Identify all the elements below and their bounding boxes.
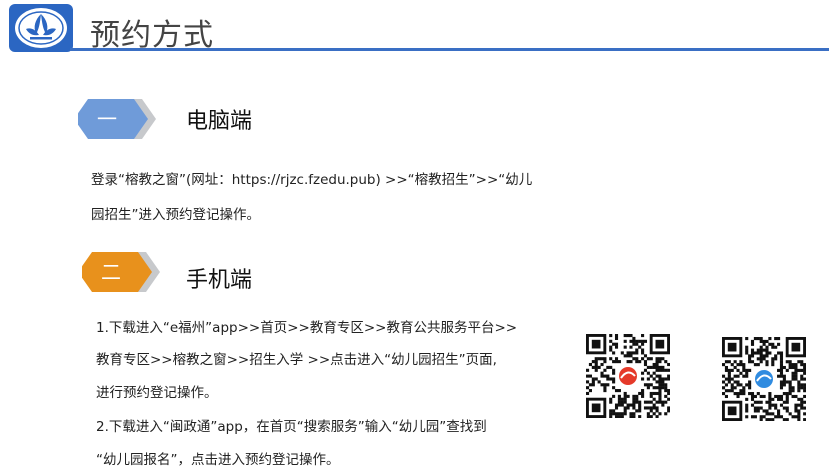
section-number-badge-1: 一 [78, 99, 160, 139]
section-heading-mobile: 手机端 [186, 268, 253, 293]
qr-code-minzhengtong-icon [722, 337, 807, 422]
title-divider [70, 48, 829, 51]
mobile-instruction-line-5: “幼儿园报名”，点击进入预约登记操作。 [96, 452, 340, 468]
section-number-1: 一 [97, 107, 117, 131]
section-heading-pc: 电脑端 [186, 109, 253, 134]
mobile-instruction-line-3: 进行预约登记操作。 [96, 385, 218, 401]
section-number-2: 二 [101, 260, 121, 284]
kindergarten-logo-icon [8, 3, 74, 53]
mobile-instruction-line-2: 教育专区>>榕教之窗>>招生入学 >>点击进入“幼儿园招生”页面, [96, 352, 497, 368]
qr-code-e-fuzhou-icon [586, 334, 671, 419]
pc-instruction-line-2: 园招生”进入预约登记操作。 [91, 207, 260, 223]
mobile-instruction-line-4: 2.下载进入“闽政通”app，在首页“搜索服务”输入“幼儿园”查找到 [96, 419, 487, 435]
mobile-instruction-line-1: 1.下载进入“e福州”app>>首页>>教育专区>>教育公共服务平台>> [96, 320, 518, 336]
pc-instruction-line-1: 登录“榕教之窗”(网址：https://rjzc.fzedu.pub) >>“榕… [91, 172, 533, 188]
section-number-badge-2: 二 [82, 252, 164, 292]
